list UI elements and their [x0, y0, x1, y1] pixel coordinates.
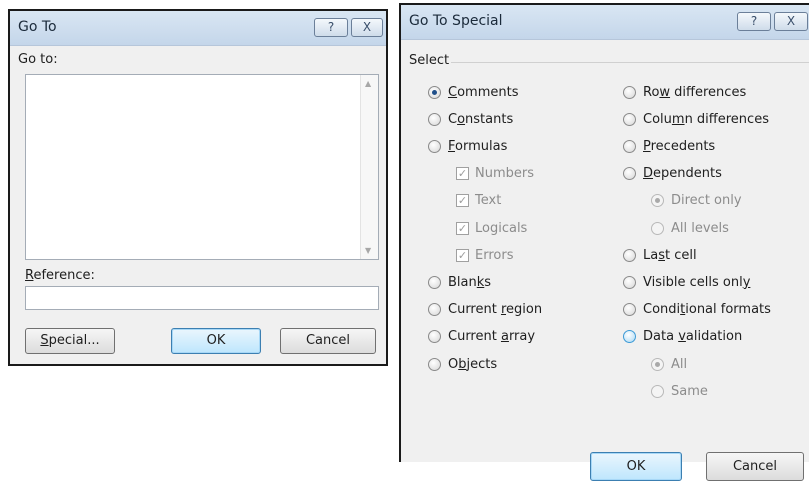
gotospecial-titlebar[interactable]: Go To Special ? X	[401, 5, 809, 40]
select-group-line	[451, 62, 809, 63]
option-label: Dependents	[643, 166, 722, 182]
option-label: Blanks	[448, 274, 492, 290]
option-all: All	[651, 354, 687, 374]
reference-label: Reference:	[25, 268, 95, 283]
option-precedents[interactable]: Precedents	[623, 136, 715, 156]
radio-button	[651, 221, 664, 235]
option-label: Current array	[448, 329, 536, 345]
option-comments[interactable]: Comments	[428, 82, 518, 102]
option-label: Constants	[448, 111, 514, 127]
radio-button[interactable]	[623, 167, 636, 181]
goto-label: Go to:	[18, 52, 58, 67]
radio-button	[651, 194, 664, 208]
radio-button[interactable]	[623, 139, 636, 153]
radio-button[interactable]	[428, 139, 441, 153]
option-label: Column differences	[643, 111, 769, 127]
reference-input[interactable]	[25, 286, 379, 310]
radio-button[interactable]	[623, 248, 636, 262]
option-label: Visible cells only	[643, 274, 751, 290]
gotospecial-body: Select Comments Constants Formulas ✓ Numbers…	[401, 40, 809, 481]
option-label: Conditional formats	[643, 302, 771, 318]
special-button[interactable]: Special...	[25, 328, 115, 354]
option-label: Precedents	[643, 138, 716, 154]
option-label: All levels	[671, 220, 729, 236]
checkbox: ✓	[456, 221, 469, 235]
select-group-label: Select	[409, 53, 450, 68]
option-label: Row differences	[643, 84, 747, 100]
option-label: Numbers	[475, 166, 534, 182]
option-data-validation[interactable]: Data validation	[623, 327, 742, 347]
option-label: Text	[475, 193, 502, 209]
option-label: Formulas	[448, 138, 508, 154]
goto-list-scrollbar[interactable]: ▲ ▼	[360, 75, 378, 259]
radio-button	[651, 384, 664, 398]
help-button[interactable]: ?	[314, 18, 348, 37]
radio-button[interactable]	[623, 303, 636, 317]
option-blanks[interactable]: Blanks	[428, 272, 491, 292]
option-direct-only: Direct only	[651, 191, 742, 211]
checkbox: ✓	[456, 167, 469, 181]
option-same: Same	[651, 381, 708, 401]
option-numbers: ✓ Numbers	[456, 164, 534, 184]
radio-button[interactable]	[623, 275, 636, 289]
ok-button[interactable]: OK	[590, 452, 682, 481]
option-label: Direct only	[671, 193, 742, 209]
radio-button[interactable]	[623, 112, 636, 126]
ok-button[interactable]: OK	[171, 328, 261, 354]
scroll-up-icon[interactable]: ▲	[365, 79, 371, 88]
radio-button[interactable]	[428, 112, 441, 126]
option-current-array[interactable]: Current array	[428, 327, 535, 347]
option-label: Objects	[448, 356, 498, 372]
gotospecial-dialog: Go To Special ? X Select Comments Constan…	[399, 3, 809, 481]
cancel-button[interactable]: Cancel	[706, 452, 804, 481]
option-column-differences[interactable]: Column differences	[623, 109, 769, 129]
option-label: Comments	[448, 84, 519, 100]
option-objects[interactable]: Objects	[428, 354, 497, 374]
option-label: Current region	[448, 302, 543, 318]
goto-titlebar[interactable]: Go To ? X	[10, 11, 386, 46]
scroll-down-icon[interactable]: ▼	[365, 246, 371, 255]
option-errors: ✓ Errors	[456, 245, 513, 265]
radio-button[interactable]	[428, 330, 441, 344]
option-label: All	[671, 356, 688, 372]
goto-body: Go to: ▲ ▼ Reference: Special... OK Canc…	[10, 46, 386, 364]
radio-button	[651, 357, 664, 371]
radio-button[interactable]	[428, 275, 441, 289]
option-row-differences[interactable]: Row differences	[623, 82, 746, 102]
option-label: Same	[671, 383, 708, 399]
option-label: Data validation	[643, 329, 743, 345]
option-label: Logicals	[475, 220, 528, 236]
option-formulas[interactable]: Formulas	[428, 136, 507, 156]
close-button[interactable]: X	[351, 18, 383, 37]
option-conditional-formats[interactable]: Conditional formats	[623, 300, 771, 320]
option-label: Last cell	[643, 247, 697, 263]
radio-button[interactable]	[623, 330, 636, 344]
option-last-cell[interactable]: Last cell	[623, 245, 697, 265]
goto-dialog: Go To ? X Go to: ▲ ▼ Reference: Special.…	[8, 9, 388, 366]
goto-list[interactable]: ▲ ▼	[25, 74, 379, 260]
option-all-levels: All levels	[651, 218, 729, 238]
option-constants[interactable]: Constants	[428, 109, 513, 129]
gotospecial-title: Go To Special	[409, 13, 503, 29]
option-visible-cells-only[interactable]: Visible cells only	[623, 272, 750, 292]
option-logicals: ✓ Logicals	[456, 218, 527, 238]
goto-title: Go To	[18, 19, 57, 35]
option-label: Errors	[475, 247, 514, 263]
cancel-button[interactable]: Cancel	[280, 328, 376, 354]
option-dependents[interactable]: Dependents	[623, 164, 722, 184]
checkbox: ✓	[456, 248, 469, 262]
option-text: ✓ Text	[456, 191, 501, 211]
help-button[interactable]: ?	[737, 12, 771, 31]
radio-button[interactable]	[428, 303, 441, 317]
checkbox: ✓	[456, 194, 469, 208]
close-button[interactable]: X	[774, 12, 808, 31]
radio-button[interactable]	[623, 85, 636, 99]
radio-button[interactable]	[428, 357, 441, 371]
option-current-region[interactable]: Current region	[428, 300, 542, 320]
radio-button[interactable]	[428, 85, 441, 99]
